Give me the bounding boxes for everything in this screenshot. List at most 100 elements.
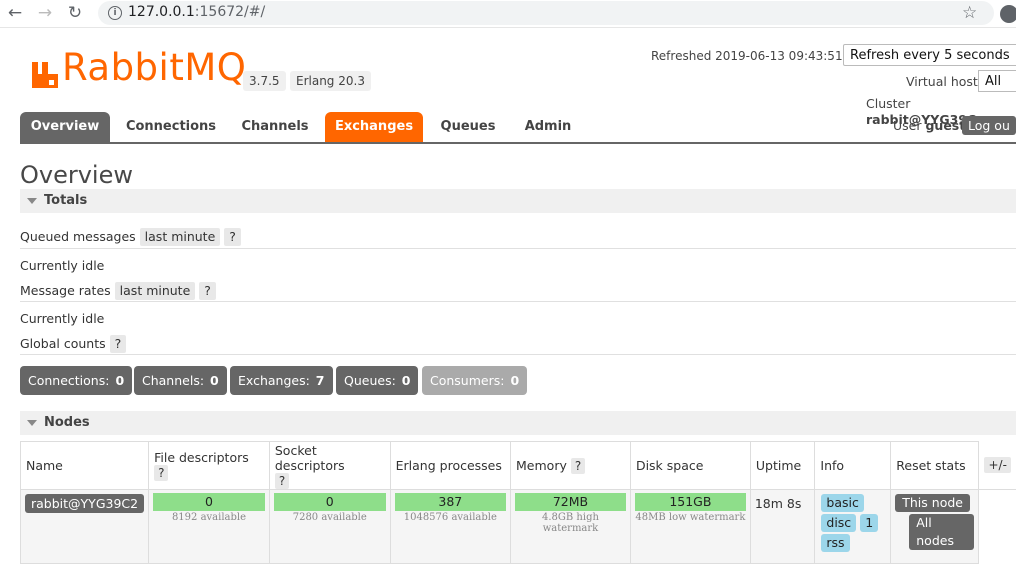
memory-bar: 72MB xyxy=(515,493,626,511)
fd-cell: 08192 available xyxy=(149,490,270,564)
virtual-host-label: Virtual host xyxy=(906,74,978,90)
url-host: 127.0.0.1 xyxy=(128,4,195,20)
col-file-descriptors[interactable]: File descriptors ? xyxy=(149,442,270,490)
queued-range-selector[interactable]: last minute xyxy=(140,228,221,246)
totals-section-header[interactable]: Totals xyxy=(20,189,1016,213)
reset-this-node-button[interactable]: This node xyxy=(895,494,970,512)
page-title: Overview xyxy=(20,160,133,190)
url-text[interactable]: 127.0.0.1:15672/#/ xyxy=(128,4,265,21)
bookmark-star-icon[interactable]: ☆ xyxy=(962,3,977,23)
col-uptime[interactable]: Uptime xyxy=(750,442,815,490)
url-path: :15672/#/ xyxy=(195,4,265,20)
reload-icon[interactable]: ↻ xyxy=(65,3,85,23)
queued-messages-row: Queued messageslast minute? xyxy=(20,228,241,246)
node-name-link[interactable]: rabbit@YYG39C2 xyxy=(25,494,144,513)
tab-channels[interactable]: Channels xyxy=(232,112,318,142)
tab-queues[interactable]: Queues xyxy=(432,112,504,142)
col-name[interactable]: Name xyxy=(21,442,149,490)
forward-icon[interactable]: → xyxy=(35,3,55,23)
consumers-count-button[interactable]: Consumers: 0 xyxy=(422,366,527,395)
col-label: File descriptors xyxy=(154,450,249,465)
info-icon[interactable]: i xyxy=(108,6,122,20)
tab-connections[interactable]: Connections xyxy=(116,112,226,142)
queues-count-button[interactable]: Queues: 0 xyxy=(336,366,418,395)
col-label: Socket descriptors xyxy=(275,443,345,473)
table-row: rabbit@YYG39C2 08192 available 07280 ava… xyxy=(21,490,1016,564)
main-tabs: Overview Connections Channels Exchanges … xyxy=(20,112,1016,144)
logo-text: RabbitMQ xyxy=(62,46,246,90)
count-label: Queues: xyxy=(344,373,396,388)
back-icon[interactable]: ← xyxy=(5,3,25,23)
rates-help-button[interactable]: ? xyxy=(199,282,216,300)
ep-available: 1048576 available xyxy=(395,512,506,523)
node-name-cell: rabbit@YYG39C2 xyxy=(21,490,149,564)
divider xyxy=(20,301,1016,302)
disk-watermark: 48MB low watermark xyxy=(635,512,746,523)
table-header-row: Name File descriptors ? Socket descripto… xyxy=(21,442,1016,490)
refresh-interval-select[interactable]: Refresh every 5 seconds xyxy=(843,44,1016,66)
count-value: 0 xyxy=(402,373,411,388)
empty-cell xyxy=(979,490,1016,564)
col-socket-descriptors[interactable]: Socket descriptors? xyxy=(269,442,390,490)
col-erlang-processes[interactable]: Erlang processes xyxy=(390,442,510,490)
help-button[interactable]: ? xyxy=(154,465,168,481)
erlang-version-badge: Erlang 20.3 xyxy=(290,71,371,91)
uptime-cell: 18m 8s xyxy=(750,490,815,564)
col-reset-stats[interactable]: Reset stats xyxy=(891,442,979,490)
count-label: Channels: xyxy=(142,373,204,388)
virtual-host-select[interactable]: All xyxy=(978,70,1016,92)
col-disk-space[interactable]: Disk space xyxy=(630,442,750,490)
version-badge: 3.7.5 xyxy=(243,71,286,91)
memory-watermark: 4.8GB high watermark xyxy=(515,512,626,534)
cluster-label: Cluster xyxy=(866,96,910,111)
connections-count-button[interactable]: Connections: 0 xyxy=(20,366,132,395)
col-memory[interactable]: Memory ? xyxy=(511,442,631,490)
info-rss-tag[interactable]: rss xyxy=(821,534,849,552)
col-info[interactable]: Info xyxy=(815,442,891,490)
count-value: 7 xyxy=(316,373,325,388)
collapse-triangle-icon xyxy=(27,420,37,426)
tab-overview[interactable]: Overview xyxy=(20,112,110,142)
rates-idle-text: Currently idle xyxy=(20,310,104,328)
fd-bar: 0 xyxy=(153,493,265,511)
tab-admin[interactable]: Admin xyxy=(514,112,582,142)
channels-count-button[interactable]: Channels: 0 xyxy=(134,366,227,395)
reset-stats-cell: This node All nodes xyxy=(891,490,979,564)
sd-available: 7280 available xyxy=(274,512,386,523)
count-value: 0 xyxy=(115,373,124,388)
browser-toolbar: ← → ↻ i 127.0.0.1:15672/#/ ☆ xyxy=(0,0,1016,28)
divider xyxy=(20,354,1016,355)
queued-idle-text: Currently idle xyxy=(20,257,104,275)
message-rates-row: Message rateslast minute? xyxy=(20,282,216,300)
sd-cell: 07280 available xyxy=(269,490,390,564)
reset-all-nodes-button[interactable]: All nodes xyxy=(909,514,974,550)
col-label: Memory xyxy=(516,458,567,473)
collapse-triangle-icon xyxy=(27,198,37,204)
nodes-table: Name File descriptors ? Socket descripto… xyxy=(20,441,1016,564)
help-button[interactable]: ? xyxy=(571,458,585,474)
count-value: 0 xyxy=(510,373,519,388)
totals-section-label: Totals xyxy=(44,189,87,213)
nodes-section-header[interactable]: Nodes xyxy=(20,411,1016,435)
rates-range-selector[interactable]: last minute xyxy=(115,282,196,300)
count-value: 0 xyxy=(210,373,219,388)
count-label: Exchanges: xyxy=(238,373,310,388)
ep-bar: 387 xyxy=(395,493,506,511)
ep-cell: 3871048576 available xyxy=(390,490,510,564)
exchanges-count-button[interactable]: Exchanges: 7 xyxy=(230,366,333,395)
refreshed-timestamp: Refreshed 2019-06-13 09:43:51 xyxy=(651,48,843,64)
fd-available: 8192 available xyxy=(153,512,265,523)
info-basic-tag[interactable]: basic xyxy=(821,494,863,512)
queued-help-button[interactable]: ? xyxy=(224,228,241,246)
tab-exchanges[interactable]: Exchanges xyxy=(325,112,423,142)
info-disc-tag[interactable]: disc xyxy=(821,514,856,532)
global-help-button[interactable]: ? xyxy=(110,335,127,353)
profile-avatar[interactable] xyxy=(1000,5,1016,23)
count-label: Consumers: xyxy=(430,373,504,388)
help-button[interactable]: ? xyxy=(275,473,289,489)
global-counts-label: Global counts xyxy=(20,336,106,351)
info-count-tag[interactable]: 1 xyxy=(860,514,878,532)
sd-bar: 0 xyxy=(274,493,386,511)
column-toggle-button[interactable]: +/- xyxy=(979,442,1016,490)
disk-cell: 151GB48MB low watermark xyxy=(630,490,750,564)
